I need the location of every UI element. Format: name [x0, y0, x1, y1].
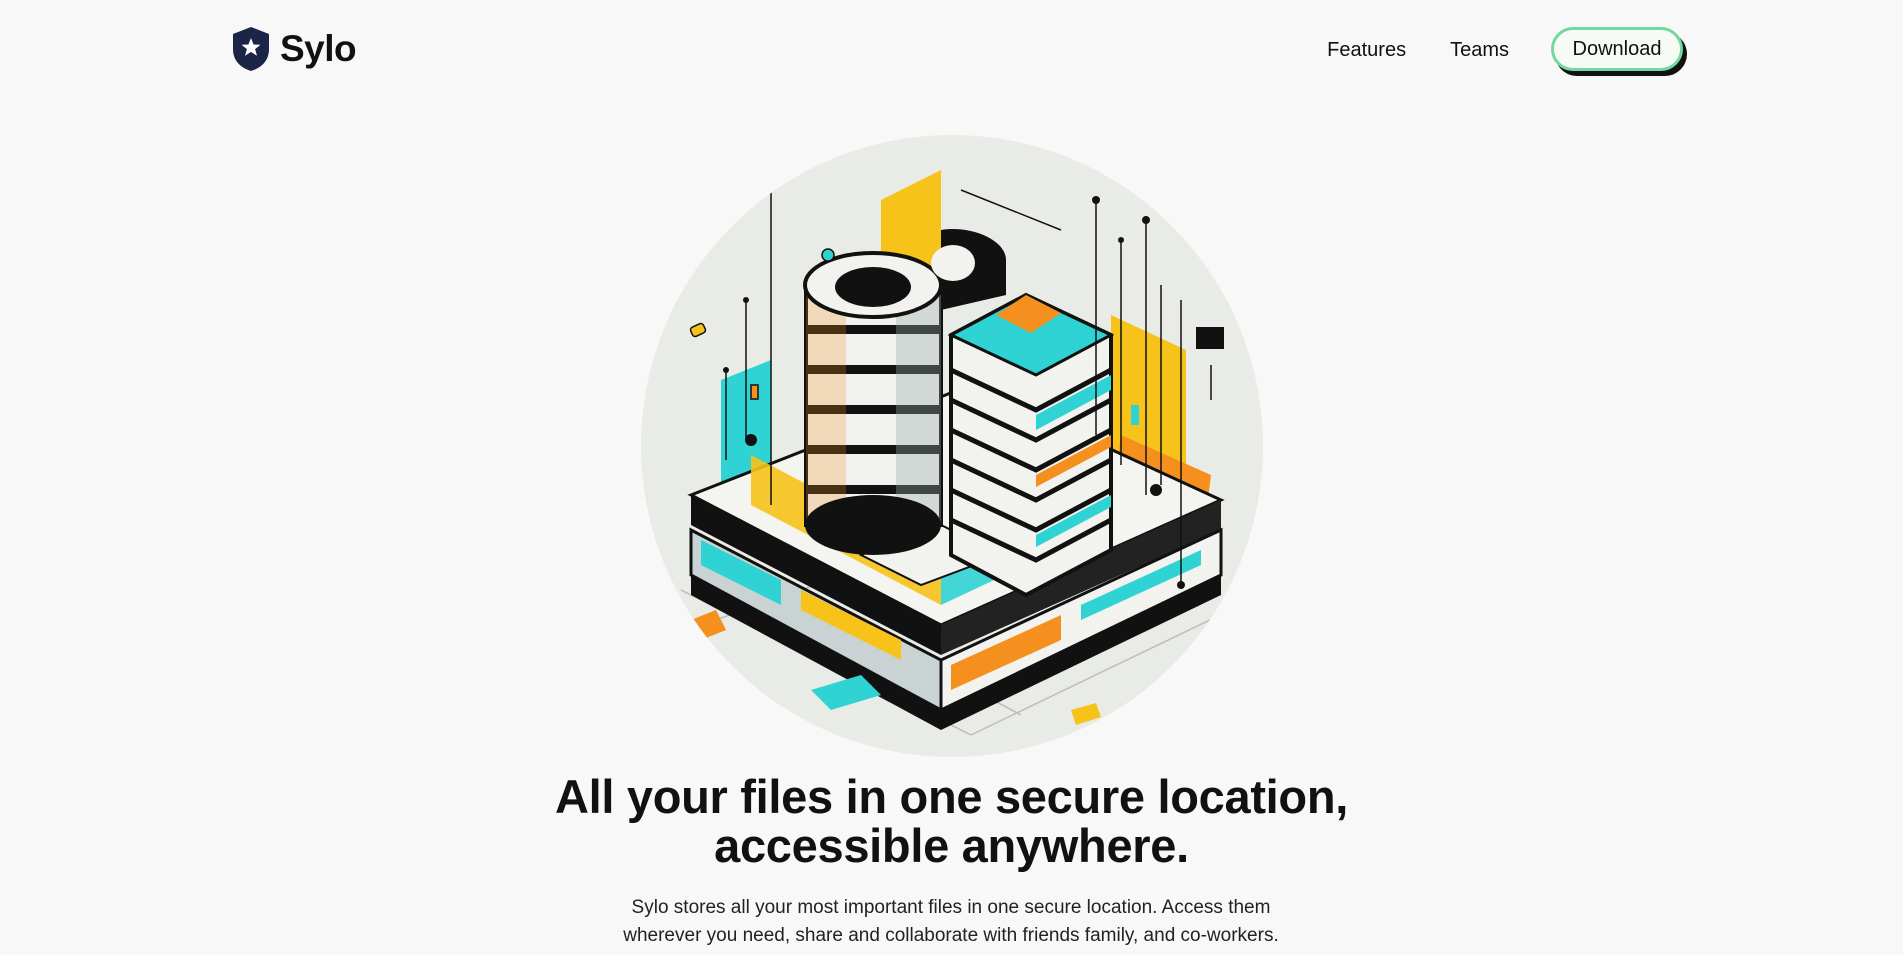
site-header: Sylo Features Teams Download	[0, 0, 1903, 100]
hero-subtext: Sylo stores all your most important file…	[601, 894, 1301, 950]
isometric-data-center-illustration	[641, 135, 1263, 757]
hero-subtext-line1: Sylo stores all your most important file…	[631, 897, 1271, 918]
hero-headline-line1: All your files in one secure location,	[554, 770, 1349, 823]
hero-illustration	[641, 135, 1263, 757]
hero-subtext-line2: wherever you need, share and collaborate…	[623, 925, 1279, 946]
hero-headline: All your files in one secure location, a…	[0, 772, 1903, 870]
nav-link-teams[interactable]: Teams	[1450, 39, 1509, 62]
download-button-wrapper: Download	[1551, 27, 1687, 76]
brand-name: Sylo	[280, 28, 357, 69]
download-button[interactable]: Download	[1551, 27, 1683, 71]
shield-star-icon	[233, 27, 269, 71]
brand-logo-link[interactable]: Sylo	[230, 24, 357, 74]
nav-link-features[interactable]: Features	[1327, 39, 1406, 62]
hero-headline-line2: accessible anywhere.	[714, 819, 1189, 872]
main-nav: Features Teams Download	[1327, 26, 1687, 76]
